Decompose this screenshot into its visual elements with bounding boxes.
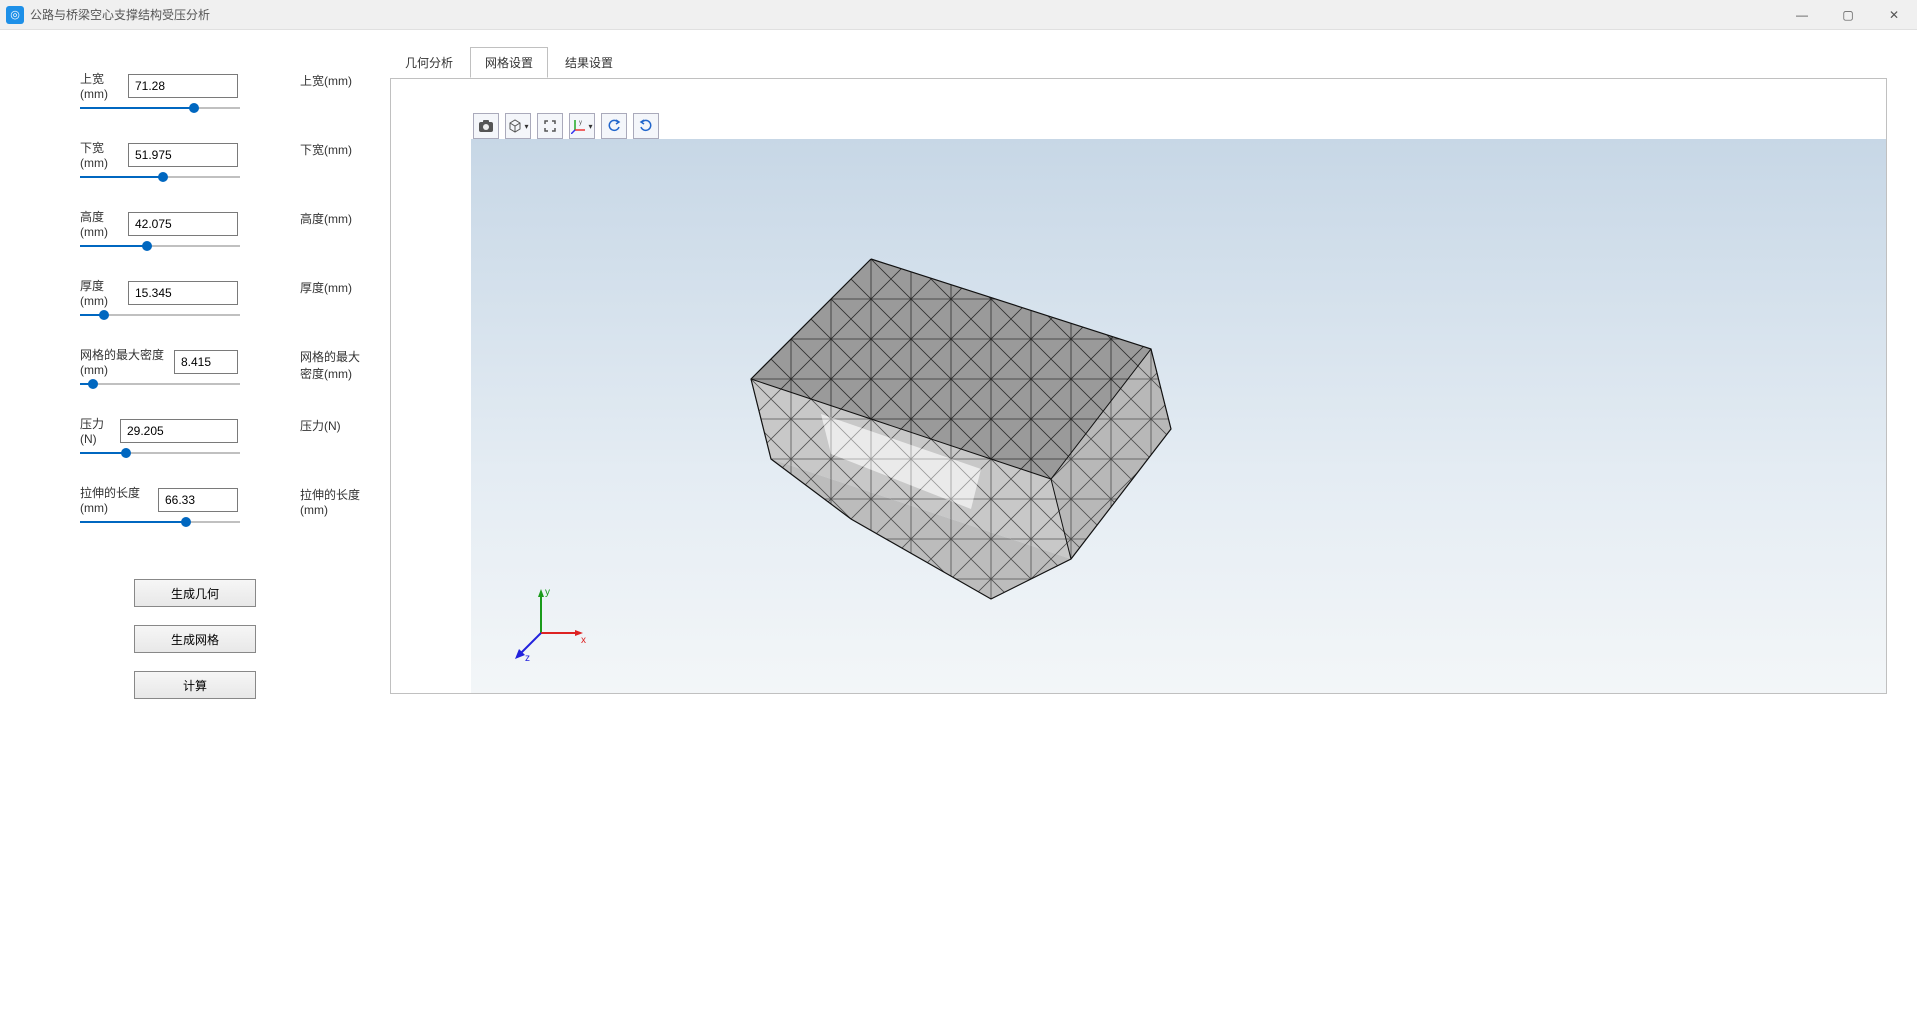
param-label: 拉伸的长度(mm) <box>80 484 158 515</box>
param-4: 网格的最大密度(mm) 网格的最大密度(mm) <box>80 346 370 391</box>
expand-icon[interactable] <box>537 113 563 139</box>
param-label: 压力(N) <box>80 415 120 446</box>
param-right-label: 拉伸的长度(mm) <box>300 486 370 517</box>
param-3: 厚度(mm) 厚度(mm) <box>80 277 370 322</box>
param-slider[interactable] <box>80 377 240 391</box>
minimize-button[interactable]: — <box>1779 0 1825 30</box>
calculate-button[interactable]: 计算 <box>134 671 256 699</box>
param-right-label: 高度(mm) <box>300 210 352 227</box>
svg-text:z: z <box>525 653 530 663</box>
param-right-label: 上宽(mm) <box>300 72 352 89</box>
param-6: 拉伸的长度(mm) 拉伸的长度(mm) <box>80 484 370 529</box>
param-slider[interactable] <box>80 170 240 184</box>
param-right-label: 下宽(mm) <box>300 141 352 158</box>
param-1: 下宽(mm) 下宽(mm) <box>80 139 370 184</box>
param-label: 下宽(mm) <box>80 139 128 170</box>
param-input[interactable] <box>128 74 238 98</box>
axis-gizmo: y x z <box>511 583 591 663</box>
camera-icon[interactable] <box>473 113 499 139</box>
param-label: 厚度(mm) <box>80 277 128 308</box>
param-0: 上宽(mm) 上宽(mm) <box>80 70 370 115</box>
mesh-model <box>671 219 1231 649</box>
param-label: 高度(mm) <box>80 208 128 239</box>
param-right-label: 网格的最大密度(mm) <box>300 348 370 382</box>
tab-1[interactable]: 网格设置 <box>470 47 548 78</box>
axes-icon[interactable]: y▾ <box>569 113 595 139</box>
cube-icon[interactable]: ▾ <box>505 113 531 139</box>
param-input[interactable] <box>128 281 238 305</box>
param-label: 上宽(mm) <box>80 70 128 101</box>
viewport-3d[interactable]: y x z <box>471 139 1886 693</box>
param-slider[interactable] <box>80 515 240 529</box>
param-input[interactable] <box>120 419 238 443</box>
rotate-ccw-icon[interactable] <box>601 113 627 139</box>
param-slider[interactable] <box>80 446 240 460</box>
param-slider[interactable] <box>80 101 240 115</box>
param-label: 网格的最大密度(mm) <box>80 346 174 377</box>
generate-geometry-button[interactable]: 生成几何 <box>134 579 256 607</box>
param-right-label: 厚度(mm) <box>300 279 352 296</box>
param-input[interactable] <box>174 350 238 374</box>
svg-text:y: y <box>579 120 582 126</box>
app-icon: ◎ <box>6 6 24 24</box>
viewport-frame: ▾ y▾ <box>390 78 1887 694</box>
viewport-toolbar: ▾ y▾ <box>473 113 659 139</box>
maximize-button[interactable]: ▢ <box>1825 0 1871 30</box>
close-button[interactable]: ✕ <box>1871 0 1917 30</box>
param-slider[interactable] <box>80 239 240 253</box>
param-input[interactable] <box>158 488 238 512</box>
svg-text:x: x <box>581 635 586 646</box>
tab-0[interactable]: 几何分析 <box>390 47 468 78</box>
param-input[interactable] <box>128 212 238 236</box>
window-title: 公路与桥梁空心支撑结构受压分析 <box>30 6 210 23</box>
window-controls: — ▢ ✕ <box>1779 0 1917 30</box>
tab-bar: 几何分析网格设置结果设置 <box>390 48 1887 78</box>
param-right-label: 压力(N) <box>300 417 341 434</box>
param-slider[interactable] <box>80 308 240 322</box>
parameter-panel: 上宽(mm) 上宽(mm) 下宽(mm) 下宽(mm) 高度(mm) 高度(mm) 厚度(m… <box>0 30 390 1018</box>
titlebar: ◎ 公路与桥梁空心支撑结构受压分析 — ▢ ✕ <box>0 0 1917 30</box>
param-input[interactable] <box>128 143 238 167</box>
generate-mesh-button[interactable]: 生成网格 <box>134 625 256 653</box>
svg-text:y: y <box>545 587 550 598</box>
param-5: 压力(N) 压力(N) <box>80 415 370 460</box>
tab-2[interactable]: 结果设置 <box>550 47 628 78</box>
param-2: 高度(mm) 高度(mm) <box>80 208 370 253</box>
rotate-cw-icon[interactable] <box>633 113 659 139</box>
